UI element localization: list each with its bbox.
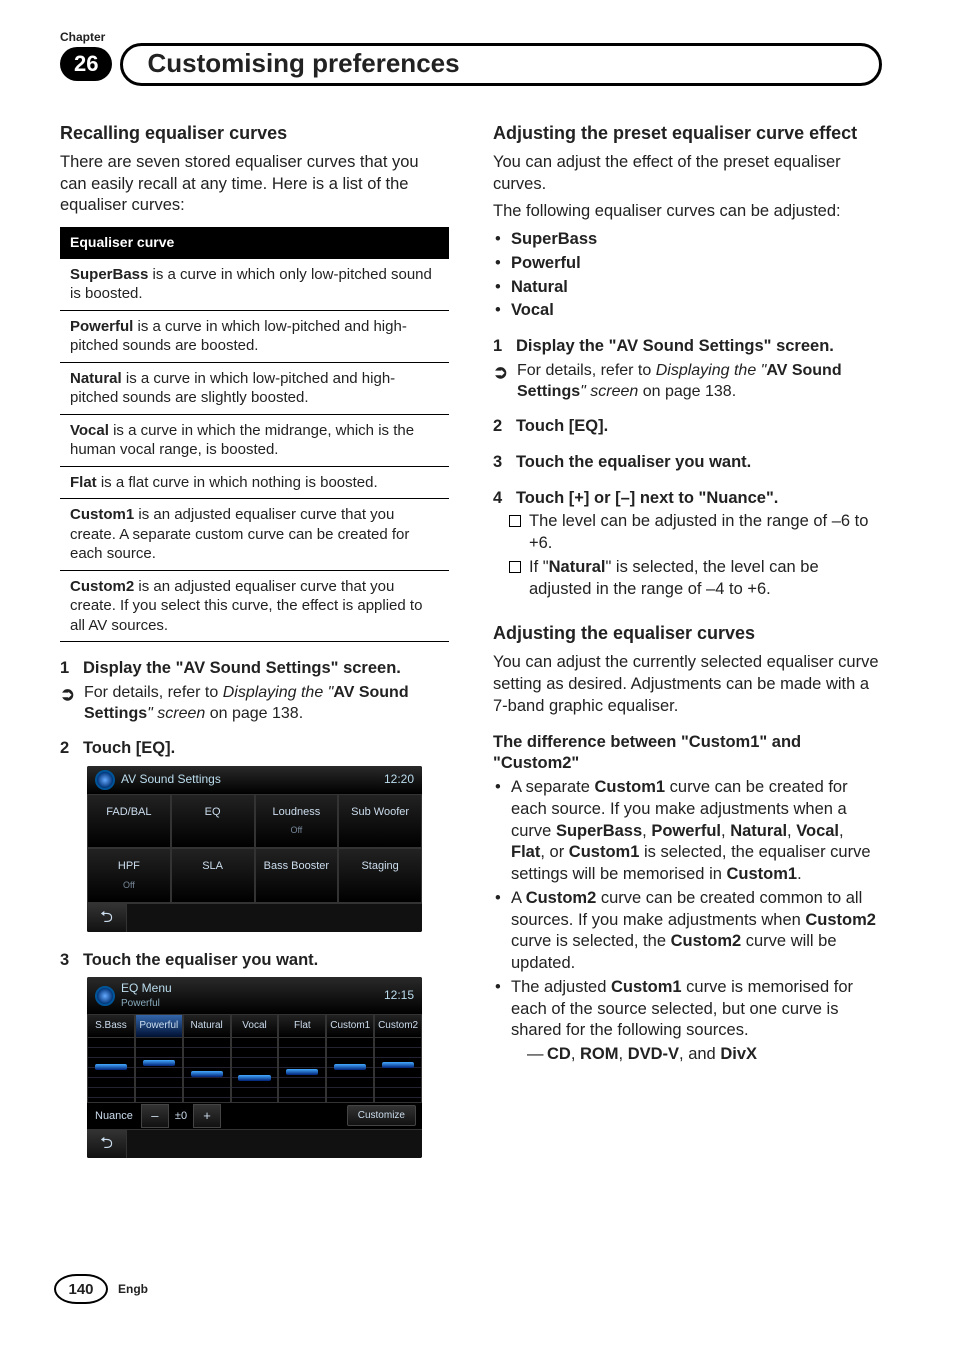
nuance-value: ±0 (169, 1109, 193, 1124)
diff-item-3: The adjusted Custom1 curve is memorised … (493, 977, 882, 1066)
table-row: Custom2 is an adjusted equaliser curve t… (60, 571, 449, 643)
step3: 3 Touch the equaliser you want. (60, 950, 449, 972)
r-step2: 2 Touch [EQ]. (493, 416, 882, 438)
xref: ➲ For details, refer to Displaying the "… (493, 360, 882, 402)
page-number: 140 (54, 1274, 108, 1304)
step2: 2 Touch [EQ]. (60, 738, 449, 760)
dash-line: CD, ROM, DVD-V, and DivX (511, 1044, 882, 1066)
arrow-right-icon: ➲ (493, 361, 508, 385)
eq-tab-sbass[interactable]: S.Bass (87, 1014, 135, 1037)
diff-item-2: A Custom2 curve can be created common to… (493, 888, 882, 975)
eq-tab-natural[interactable]: Natural (183, 1014, 231, 1037)
page-footer: 140 Engb (54, 1274, 148, 1304)
back-icon: ⮌ (100, 907, 113, 928)
eq-curve-table: Equaliser curve SuperBass is a curve in … (60, 227, 449, 642)
eq-tab-powerful[interactable]: Powerful (135, 1014, 183, 1037)
diff-item-1: A separate Custom1 curve can be created … (493, 777, 882, 886)
nuance-minus-button[interactable]: – (141, 1104, 169, 1128)
checkbox-icon (509, 561, 521, 573)
r-step4: 4 Touch [+] or [–] next to "Nuance". (493, 488, 882, 510)
xref: ➲ For details, refer to Displaying the "… (60, 682, 449, 724)
ss-cell-hpf[interactable]: HPFOff (87, 848, 171, 902)
table-row: Custom1 is an adjusted equaliser curve t… (60, 499, 449, 571)
table-row: Flat is a flat curve in which nothing is… (60, 467, 449, 500)
table-row: Vocal is a curve in which the midrange, … (60, 415, 449, 467)
eq-menu-screenshot: EQ Menu Powerful 12:15 S.Bass Powerful N… (87, 977, 422, 1158)
chapter-title: Customising preferences (147, 48, 459, 79)
right-column: Adjusting the preset equaliser curve eff… (493, 122, 882, 1176)
eq-tab-custom1[interactable]: Custom1 (326, 1014, 374, 1037)
checkbox-icon (509, 515, 521, 527)
adj-list: SuperBass Powerful Natural Vocal (493, 229, 882, 322)
back-icon: ⮌ (100, 1133, 113, 1154)
left-column: Recalling equaliser curves There are sev… (60, 122, 449, 1176)
ss1-time: 12:20 (384, 772, 414, 788)
ss-cell-fadbal[interactable]: FAD/BAL (87, 794, 171, 848)
ss-cell-subwoofer[interactable]: Sub Woofer (338, 794, 422, 848)
adj-preset-title: Adjusting the preset equaliser curve eff… (493, 122, 882, 146)
chapter-label: Chapter (60, 30, 882, 44)
av-sound-settings-screenshot: AV Sound Settings 12:20 FAD/BAL EQ Loudn… (87, 766, 422, 932)
adj-preset-para2: The following equaliser curves can be ad… (493, 201, 882, 223)
step1: 1 Display the "AV Sound Settings" screen… (60, 658, 449, 680)
ss1-title: AV Sound Settings (121, 772, 221, 788)
recall-title: Recalling equaliser curves (60, 122, 449, 146)
ss2-subtitle: Powerful (121, 997, 172, 1010)
r-step3: 3 Touch the equaliser you want. (493, 452, 882, 474)
gear-icon (95, 986, 115, 1006)
language-code: Engb (118, 1282, 148, 1296)
chapter-title-pill: Customising preferences (120, 43, 882, 86)
table-row: Natural is a curve in which low-pitched … (60, 363, 449, 415)
table-header: Equaliser curve (60, 227, 449, 258)
diff-list: A separate Custom1 curve can be created … (493, 777, 882, 1066)
table-row: SuperBass is a curve in which only low-p… (60, 259, 449, 311)
nuance-plus-button[interactable]: + (193, 1104, 221, 1128)
r-step1: 1 Display the "AV Sound Settings" screen… (493, 336, 882, 358)
diff-title: The difference between "Custom1" and "Cu… (493, 732, 882, 776)
back-button[interactable]: ⮌ (87, 1130, 127, 1158)
chapter-header: 26 Customising preferences (60, 46, 882, 82)
eq-tab-flat[interactable]: Flat (278, 1014, 326, 1037)
step4-notes: The level can be adjusted in the range o… (493, 511, 882, 600)
adj-preset-para1: You can adjust the effect of the preset … (493, 152, 882, 196)
adj-curves-title: Adjusting the equaliser curves (493, 622, 882, 646)
ss2-time: 12:15 (384, 988, 414, 1004)
eq-tab-custom2[interactable]: Custom2 (374, 1014, 422, 1037)
chapter-number: 26 (60, 47, 112, 81)
ss-cell-sla[interactable]: SLA (171, 848, 255, 902)
ss-cell-bassbooster[interactable]: Bass Booster (255, 848, 339, 902)
table-row: Powerful is a curve in which low-pitched… (60, 311, 449, 363)
adj-curves-para: You can adjust the currently selected eq… (493, 652, 882, 717)
recall-para: There are seven stored equaliser curves … (60, 152, 449, 217)
ss2-title: EQ Menu (121, 981, 172, 997)
ss-cell-staging[interactable]: Staging (338, 848, 422, 902)
customize-button[interactable]: Customize (347, 1105, 416, 1126)
arrow-right-icon: ➲ (60, 683, 75, 707)
gear-icon (95, 770, 115, 790)
ss-cell-eq[interactable]: EQ (171, 794, 255, 848)
nuance-label: Nuance (87, 1103, 141, 1130)
eq-tab-vocal[interactable]: Vocal (231, 1014, 279, 1037)
ss-cell-loudness[interactable]: LoudnessOff (255, 794, 339, 848)
back-button[interactable]: ⮌ (87, 904, 127, 932)
